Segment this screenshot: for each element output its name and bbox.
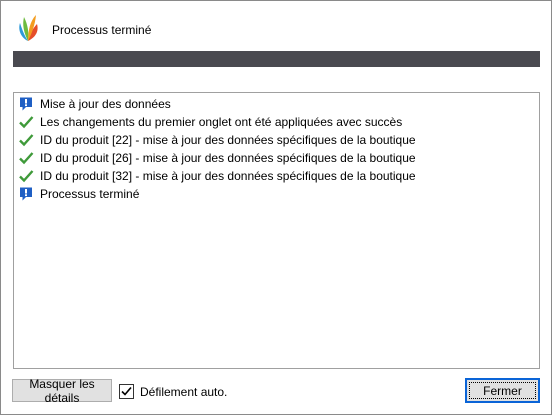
log-item-text: ID du produit [26] - mise à jour des don… [40,151,416,165]
log-item: ID du produit [32] - mise à jour des don… [14,167,539,185]
log-item: Mise à jour des données [14,95,539,113]
autoscroll-checkbox-row[interactable]: Défilement auto. [119,384,227,399]
log-item-text: ID du produit [32] - mise à jour des don… [40,169,416,183]
log-item-text: Processus terminé [40,187,140,201]
checkmark-icon [19,170,34,183]
log-item: ID du produit [26] - mise à jour des don… [14,149,539,167]
progress-bar [13,51,540,67]
log-item: Processus terminé [14,185,539,203]
log-item: Les changements du premier onglet ont ét… [14,113,539,131]
autoscroll-checkbox[interactable] [119,384,134,399]
log-item: ID du produit [22] - mise à jour des don… [14,131,539,149]
close-button[interactable]: Fermer [465,378,540,403]
dialog-title: Processus terminé [52,23,152,37]
dialog-window: Processus terminé Mise à jour des donnée… [0,0,552,415]
log-list-box[interactable]: Mise à jour des données Les changements d… [13,92,540,369]
log-item-text: Mise à jour des données [40,97,171,111]
app-logo-icon [19,15,38,41]
autoscroll-label: Défilement auto. [140,384,228,399]
checkmark-icon [19,134,34,147]
hide-details-button[interactable]: Masquer les détails [12,377,112,405]
log-item-text: Les changements du premier onglet ont ét… [40,115,403,129]
log-item-text: ID du produit [22] - mise à jour des don… [40,133,416,147]
checkmark-icon [19,152,34,165]
info-icon [20,97,32,111]
log-list: Mise à jour des données Les changements d… [14,93,539,203]
info-icon [20,187,32,201]
progress-bar-fill [13,51,540,67]
checkmark-icon [121,386,132,396]
checkmark-icon [19,116,34,129]
